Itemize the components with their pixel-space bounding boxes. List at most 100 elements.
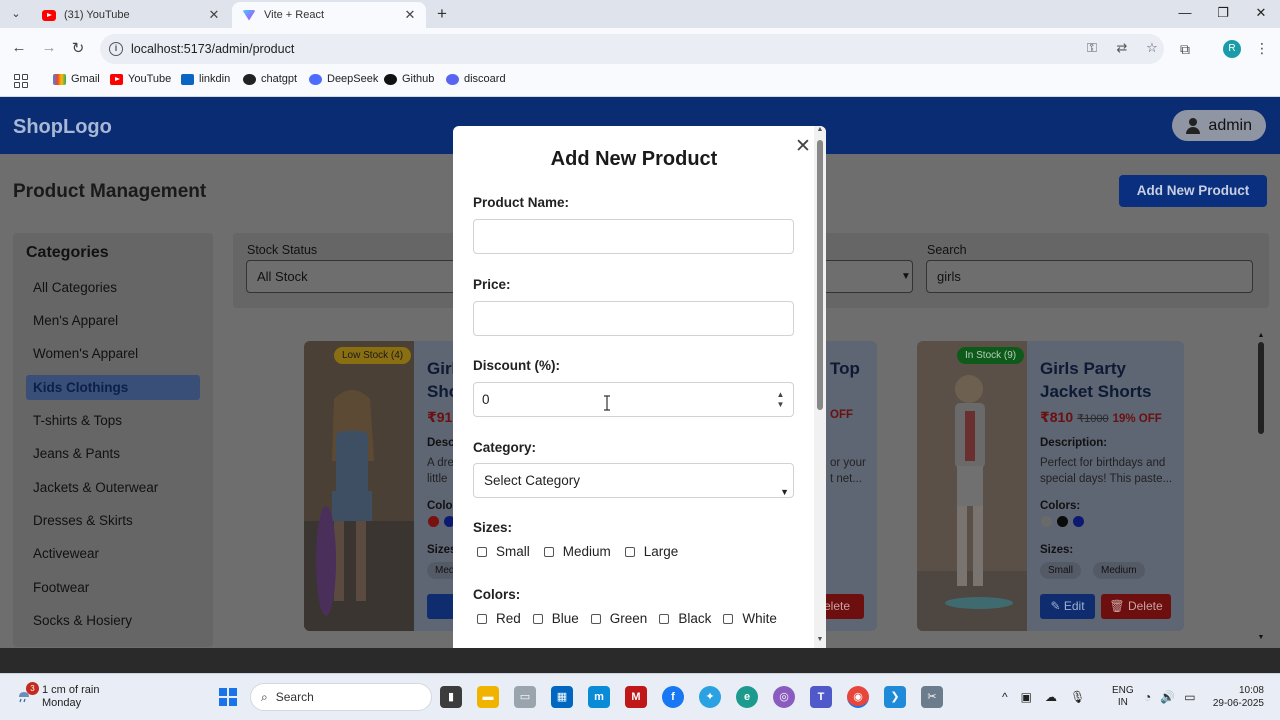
category-womens-apparel[interactable]: Women's Apparel: [26, 341, 200, 366]
size-checkbox-large[interactable]: Large: [624, 544, 678, 559]
add-product-button[interactable]: Add New Product: [1119, 175, 1267, 207]
reload-icon[interactable]: ↻: [69, 39, 87, 57]
vscode-icon[interactable]: ❯: [884, 686, 906, 708]
search-input[interactable]: girls: [926, 260, 1253, 293]
bookmarks-bar: Gmail YouTube linkdin chatgpt DeepSeek G…: [0, 68, 1280, 97]
category-mens-apparel[interactable]: Men's Apparel: [26, 308, 200, 333]
edge-icon[interactable]: e: [736, 686, 758, 708]
clock[interactable]: 10:08 29-06-2025: [1212, 684, 1264, 710]
page-scrollbar[interactable]: ▲ ▼: [1256, 332, 1266, 644]
chevron-up-icon[interactable]: ^: [1002, 690, 1008, 704]
language-indicator[interactable]: ENG IN: [1112, 685, 1134, 709]
teams-icon[interactable]: T: [810, 686, 832, 708]
mcafee-icon[interactable]: M: [625, 686, 647, 708]
password-key-icon[interactable]: ⚿: [1084, 40, 1100, 56]
checkbox[interactable]: [624, 546, 635, 557]
category-socks-hosiery[interactable]: Socks & Hosiery: [26, 608, 200, 633]
task-view-icon[interactable]: ▮: [440, 686, 462, 708]
checkbox[interactable]: [590, 613, 601, 624]
checkbox[interactable]: [659, 613, 670, 624]
category-kids-clothings[interactable]: Kids Clothings: [26, 375, 200, 400]
file-explorer-icon[interactable]: ▬: [477, 686, 499, 708]
bookmark-discord[interactable]: discoard: [446, 73, 506, 85]
facebook-icon[interactable]: f: [662, 686, 684, 708]
scroll-down-icon[interactable]: ▼: [1256, 634, 1266, 641]
bookmark-linkedin[interactable]: linkdin: [181, 73, 230, 85]
edit-button[interactable]: ✎ Edit: [1040, 594, 1095, 619]
bookmark-chatgpt[interactable]: chatgpt: [243, 73, 297, 85]
microphone-icon[interactable]: 🎙: [1070, 690, 1085, 704]
close-window-icon[interactable]: ✕: [1242, 0, 1280, 28]
onedrive-icon[interactable]: ☁: [1045, 690, 1057, 704]
category-activewear[interactable]: Activewear: [26, 541, 200, 566]
price-input[interactable]: [473, 301, 794, 336]
scroll-up-icon[interactable]: ▲: [814, 126, 826, 133]
browser-menu-icon[interactable]: ⋮: [1255, 40, 1269, 57]
new-tab-button[interactable]: +: [432, 4, 452, 24]
back-icon[interactable]: ←: [10, 39, 28, 56]
checkbox[interactable]: [543, 546, 554, 557]
checkbox[interactable]: [477, 546, 487, 557]
admin-menu-button[interactable]: admin: [1172, 110, 1266, 141]
color-checkbox-blue[interactable]: Blue: [532, 611, 579, 626]
shop-logo[interactable]: ShopLogo: [13, 116, 112, 139]
category-dresses-skirts[interactable]: Dresses & Skirts: [26, 508, 200, 533]
taskbar-search[interactable]: ⌕ Search: [250, 683, 432, 711]
tab-vite-react[interactable]: Vite + React ✕: [232, 2, 426, 28]
drive-icon[interactable]: ▭: [514, 686, 536, 708]
color-checkbox-red[interactable]: Red: [477, 611, 521, 626]
bookmark-star-icon[interactable]: ☆: [1144, 40, 1160, 56]
tab-youtube[interactable]: (31) YouTube ✕: [32, 2, 230, 28]
category-tshirts-tops[interactable]: T-shirts & Tops: [26, 408, 200, 433]
bookmark-gmail[interactable]: Gmail: [53, 73, 100, 85]
snipping-tool-icon[interactable]: ✂: [921, 686, 943, 708]
app-icon[interactable]: m: [588, 686, 610, 708]
stock-status-select[interactable]: All Stock: [246, 260, 476, 293]
extensions-icon[interactable]: ⧉: [1180, 41, 1190, 58]
profile-avatar[interactable]: R: [1223, 40, 1241, 58]
product-name-input[interactable]: [473, 219, 794, 254]
checkbox[interactable]: [723, 613, 734, 624]
bookmark-deepseek[interactable]: DeepSeek: [309, 73, 378, 85]
category-jeans-pants[interactable]: Jeans & Pants: [26, 441, 200, 466]
site-info-icon[interactable]: i: [109, 42, 123, 56]
checkbox[interactable]: [532, 613, 543, 624]
tab-search-button[interactable]: ⌄: [6, 5, 26, 23]
category-footwear[interactable]: Footwear: [26, 575, 200, 600]
bookmark-youtube[interactable]: YouTube: [110, 73, 171, 85]
modal-scrollbar[interactable]: ▲ ▼: [814, 126, 826, 648]
checkbox[interactable]: [477, 613, 487, 624]
url-text[interactable]: localhost:5173/admin/product: [131, 42, 294, 56]
number-spinner-icon[interactable]: ▲ ▼: [776, 390, 785, 410]
discount-input[interactable]: 0 ▲ ▼: [473, 382, 794, 417]
scroll-down-icon[interactable]: ▼: [814, 636, 826, 643]
scroll-thumb[interactable]: [817, 140, 823, 410]
category-jackets-outerwear[interactable]: Jackets & Outerwear: [26, 475, 200, 500]
color-checkbox-green[interactable]: Green: [590, 611, 647, 626]
apps-grid-icon[interactable]: [14, 74, 28, 88]
copilot-icon[interactable]: ✦: [699, 686, 721, 708]
omnibox[interactable]: i localhost:5173/admin/product: [100, 34, 1164, 64]
maximize-icon[interactable]: ❐: [1204, 0, 1242, 28]
windows-start-icon[interactable]: [219, 688, 237, 706]
size-checkbox-medium[interactable]: Medium: [543, 544, 611, 559]
delete-button[interactable]: 🗑 Delete: [1101, 594, 1171, 619]
forward-icon[interactable]: →: [40, 39, 58, 56]
store-icon[interactable]: ▦: [551, 686, 573, 708]
color-checkbox-black[interactable]: Black: [659, 611, 711, 626]
close-tab-icon[interactable]: ✕: [402, 7, 418, 23]
color-checkbox-white[interactable]: White: [723, 611, 777, 626]
size-checkbox-small[interactable]: Small: [477, 544, 530, 559]
close-tab-icon[interactable]: ✕: [206, 7, 222, 23]
tray-app-icon[interactable]: ▣: [1021, 690, 1032, 704]
category-select[interactable]: Select Category ▼: [473, 463, 794, 498]
translate-icon[interactable]: ⇄: [1114, 40, 1130, 56]
quick-settings[interactable]: ◔ 🔊 ▭: [1144, 690, 1196, 704]
chrome-icon[interactable]: ◉: [847, 686, 869, 708]
bookmark-github[interactable]: Github: [384, 73, 434, 85]
minimize-icon[interactable]: —: [1166, 0, 1204, 28]
scroll-up-icon[interactable]: ▲: [1256, 332, 1266, 339]
category-all[interactable]: All Categories: [26, 275, 200, 300]
browser-icon[interactable]: ◎: [773, 686, 795, 708]
scroll-thumb[interactable]: [1258, 342, 1264, 434]
